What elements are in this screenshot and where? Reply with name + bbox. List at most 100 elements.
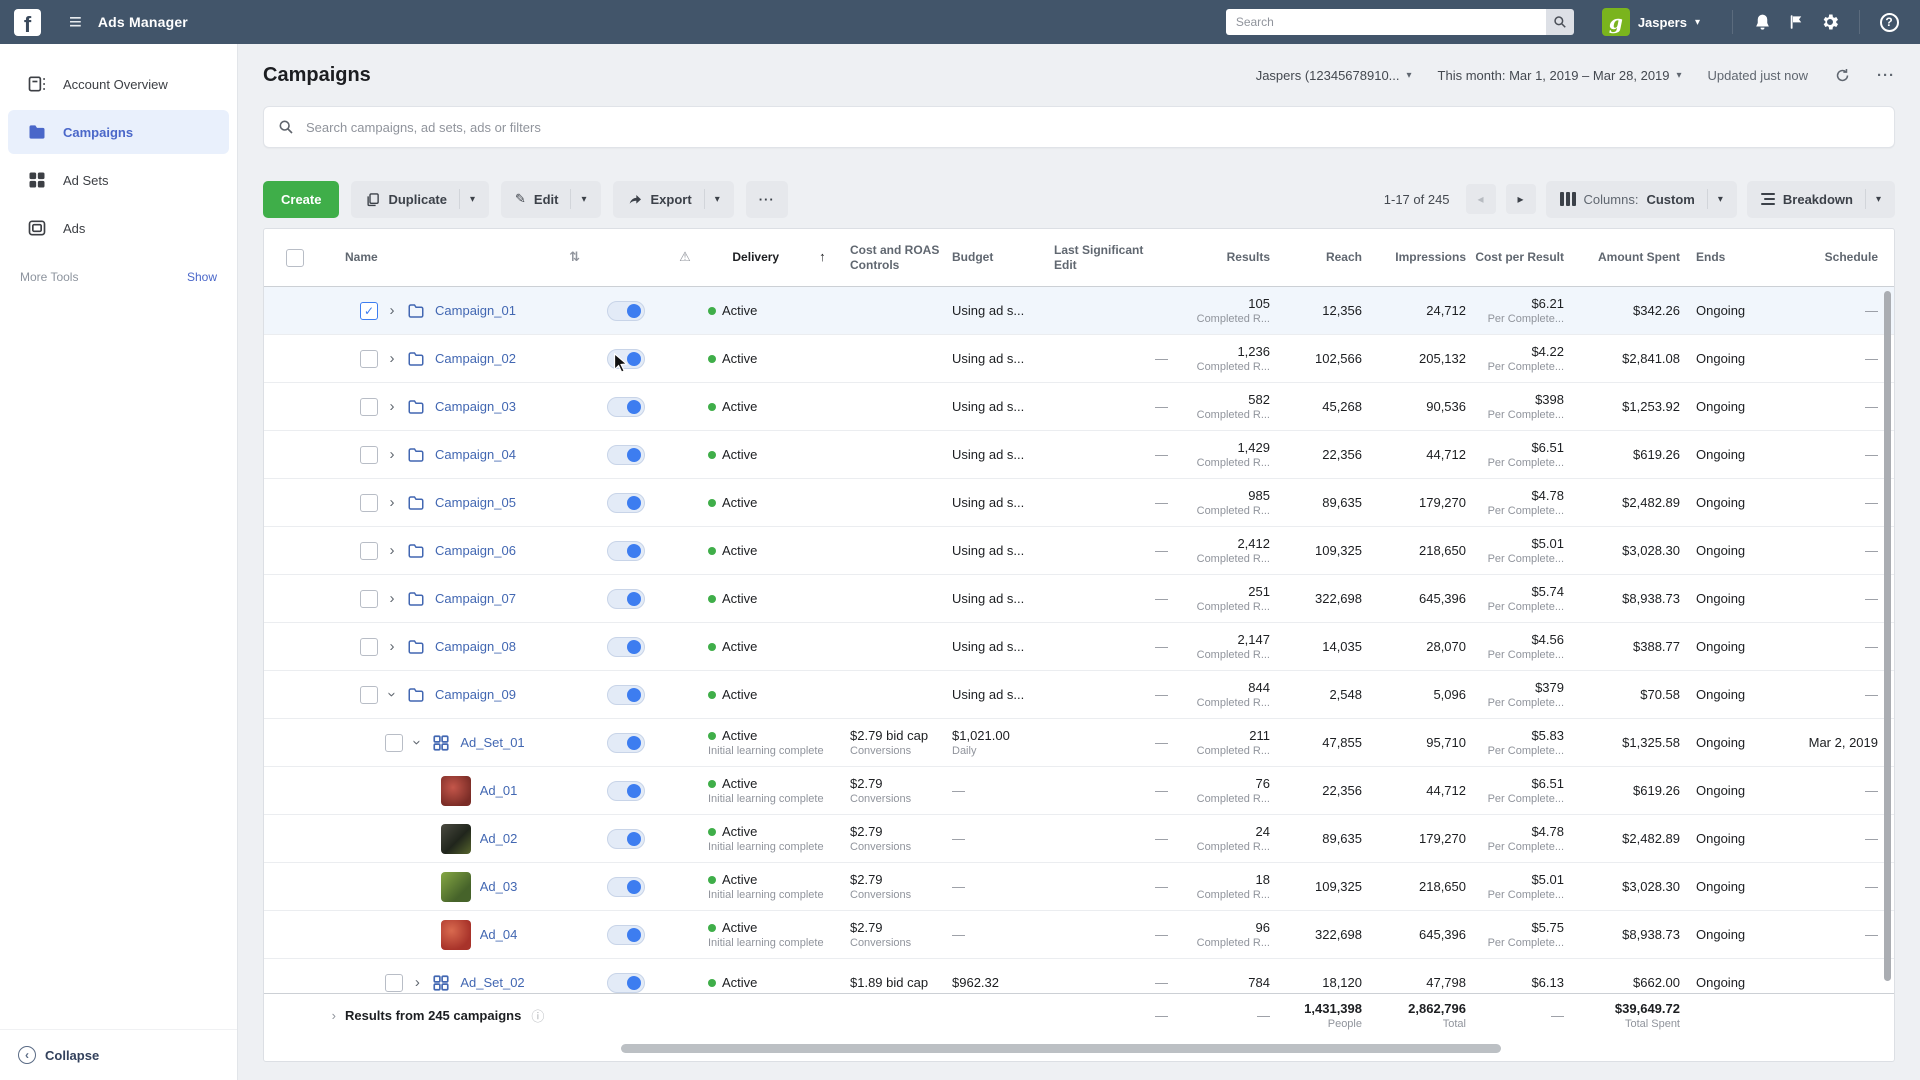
table-row-ad_set_01[interactable]: › Ad_Set_01 Active Initial learning comp…: [264, 719, 1894, 767]
row-checkbox[interactable]: ✓: [360, 301, 379, 320]
table-row-ad_01[interactable]: Ad_01 Active Initial learning complete $…: [264, 767, 1894, 815]
row-name-link[interactable]: Campaign_01: [435, 303, 516, 318]
table-row-campaign_02[interactable]: › Campaign_02 Active Using ad s... — 1,2…: [264, 335, 1894, 383]
more-actions-button[interactable]: ···: [745, 180, 788, 218]
header-budget[interactable]: Budget: [952, 229, 1054, 286]
row-name-link[interactable]: Campaign_02: [435, 351, 516, 366]
columns-button[interactable]: Columns: Custom ▾: [1545, 180, 1737, 218]
expand-chevron-icon[interactable]: ›: [387, 302, 397, 319]
row-name-link[interactable]: Campaign_04: [435, 447, 516, 462]
row-checkbox[interactable]: [360, 589, 379, 608]
facebook-logo-icon[interactable]: f: [14, 8, 41, 36]
status-toggle[interactable]: [607, 924, 645, 945]
sort-icon[interactable]: ⇅: [569, 249, 580, 265]
table-row-ad_set_02[interactable]: › Ad_Set_02 Active $1.89 bid cap $962.32…: [264, 959, 1894, 993]
status-toggle[interactable]: [607, 876, 645, 897]
next-page-button[interactable]: ▸: [1505, 184, 1536, 214]
row-name-link[interactable]: Ad_01: [480, 783, 518, 798]
status-toggle[interactable]: [607, 780, 645, 801]
status-toggle[interactable]: [607, 300, 645, 321]
status-toggle[interactable]: [607, 636, 645, 657]
select-all-checkbox[interactable]: [286, 248, 304, 267]
status-toggle[interactable]: [607, 444, 645, 465]
row-name-link[interactable]: Ad_Set_02: [460, 975, 524, 990]
sidebar-item-account-overview[interactable]: Account Overview: [8, 62, 229, 106]
topbar-search-input[interactable]: [1225, 9, 1546, 35]
table-row-ad_02[interactable]: Ad_02 Active Initial learning complete $…: [264, 815, 1894, 863]
table-row-ad_04[interactable]: Ad_04 Active Initial learning complete $…: [264, 911, 1894, 959]
create-button[interactable]: Create: [263, 180, 340, 218]
date-range-selector[interactable]: This month: Mar 1, 2019 – Mar 28, 2019 ▾: [1438, 68, 1682, 83]
topbar-search-button[interactable]: [1545, 9, 1574, 35]
row-name-link[interactable]: Campaign_09: [435, 687, 516, 702]
row-checkbox[interactable]: [360, 397, 379, 416]
expand-chevron-icon[interactable]: ›: [412, 974, 422, 991]
account-selector[interactable]: Jaspers (12345678910... ▾: [1256, 68, 1412, 83]
expand-chevron-icon[interactable]: ›: [387, 446, 397, 463]
hamburger-menu-icon[interactable]: ≡: [69, 9, 82, 35]
status-toggle[interactable]: [607, 972, 645, 993]
row-name-link[interactable]: Ad_02: [480, 831, 518, 846]
expand-chevron-icon[interactable]: ›: [387, 494, 397, 511]
status-toggle[interactable]: [607, 684, 645, 705]
header-last-significant-edit[interactable]: Last Significant Edit: [1054, 229, 1180, 286]
export-button[interactable]: Export ▾: [612, 180, 734, 218]
row-name-link[interactable]: Campaign_08: [435, 639, 516, 654]
status-toggle[interactable]: [607, 540, 645, 561]
row-checkbox[interactable]: [360, 541, 379, 560]
footer-expander-icon[interactable]: ›: [332, 1008, 336, 1023]
header-ends[interactable]: Ends: [1688, 229, 1776, 286]
table-row-campaign_03[interactable]: › Campaign_03 Active Using ad s... — 582…: [264, 383, 1894, 431]
header-impressions[interactable]: Impressions: [1368, 229, 1472, 286]
row-checkbox[interactable]: [385, 733, 404, 752]
row-checkbox[interactable]: [360, 685, 379, 704]
table-row-campaign_05[interactable]: › Campaign_05 Active Using ad s... — 985…: [264, 479, 1894, 527]
status-toggle[interactable]: [607, 588, 645, 609]
gear-icon[interactable]: [1813, 5, 1847, 39]
status-toggle[interactable]: [607, 492, 645, 513]
expand-chevron-icon[interactable]: ›: [387, 590, 397, 607]
header-amount-spent[interactable]: Amount Spent: [1570, 229, 1688, 286]
sidebar-item-campaigns[interactable]: Campaigns: [8, 110, 229, 154]
prev-page-button[interactable]: ◂: [1465, 184, 1496, 214]
show-link[interactable]: Show: [187, 270, 217, 284]
row-name-link[interactable]: Ad_Set_01: [460, 735, 524, 750]
campaign-search-input[interactable]: [306, 119, 1880, 135]
more-options-button[interactable]: ···: [1877, 67, 1895, 84]
breakdown-button[interactable]: Breakdown ▾: [1746, 180, 1895, 218]
table-row-campaign_08[interactable]: › Campaign_08 Active Using ad s... — 2,1…: [264, 623, 1894, 671]
table-row-campaign_07[interactable]: › Campaign_07 Active Using ad s... — 251…: [264, 575, 1894, 623]
table-row-campaign_06[interactable]: › Campaign_06 Active Using ad s... — 2,4…: [264, 527, 1894, 575]
chevron-down-icon[interactable]: ▾: [703, 189, 720, 209]
row-name-link[interactable]: Campaign_05: [435, 495, 516, 510]
table-row-campaign_09[interactable]: › Campaign_09 Active Using ad s... — 844…: [264, 671, 1894, 719]
status-toggle[interactable]: [607, 828, 645, 849]
expand-chevron-icon[interactable]: ›: [387, 638, 397, 655]
row-checkbox[interactable]: [360, 493, 379, 512]
header-reach[interactable]: Reach: [1276, 229, 1368, 286]
row-name-link[interactable]: Ad_04: [480, 927, 518, 942]
expand-chevron-icon[interactable]: ›: [409, 738, 426, 748]
chevron-down-icon[interactable]: ▾: [1864, 189, 1881, 209]
header-schedule[interactable]: Schedule: [1776, 229, 1894, 286]
table-row-campaign_01[interactable]: ✓ › Campaign_01 Active Using ad s... 105…: [264, 287, 1894, 335]
refresh-icon[interactable]: [1834, 67, 1851, 84]
info-icon[interactable]: ⓘ: [531, 1006, 544, 1025]
horizontal-scrollbar[interactable]: [621, 1044, 1501, 1053]
header-cost-per-result[interactable]: Cost per Result: [1472, 229, 1570, 286]
table-row-campaign_04[interactable]: › Campaign_04 Active Using ad s... — 1,4…: [264, 431, 1894, 479]
row-name-link[interactable]: Campaign_06: [435, 543, 516, 558]
row-name-link[interactable]: Campaign_07: [435, 591, 516, 606]
expand-chevron-icon[interactable]: ›: [387, 398, 397, 415]
row-checkbox[interactable]: [360, 445, 379, 464]
chevron-down-icon[interactable]: ▾: [570, 189, 587, 209]
expand-chevron-icon[interactable]: ›: [384, 690, 401, 700]
row-checkbox[interactable]: [360, 349, 379, 368]
header-delivery[interactable]: Delivery ↑: [708, 229, 850, 286]
status-toggle[interactable]: [607, 732, 645, 753]
collapse-button[interactable]: ‹ Collapse: [0, 1029, 237, 1080]
sidebar-item-ads[interactable]: Ads: [8, 206, 229, 250]
flag-icon[interactable]: [1779, 5, 1813, 39]
status-toggle[interactable]: [607, 396, 645, 417]
header-results[interactable]: Results: [1180, 229, 1276, 286]
